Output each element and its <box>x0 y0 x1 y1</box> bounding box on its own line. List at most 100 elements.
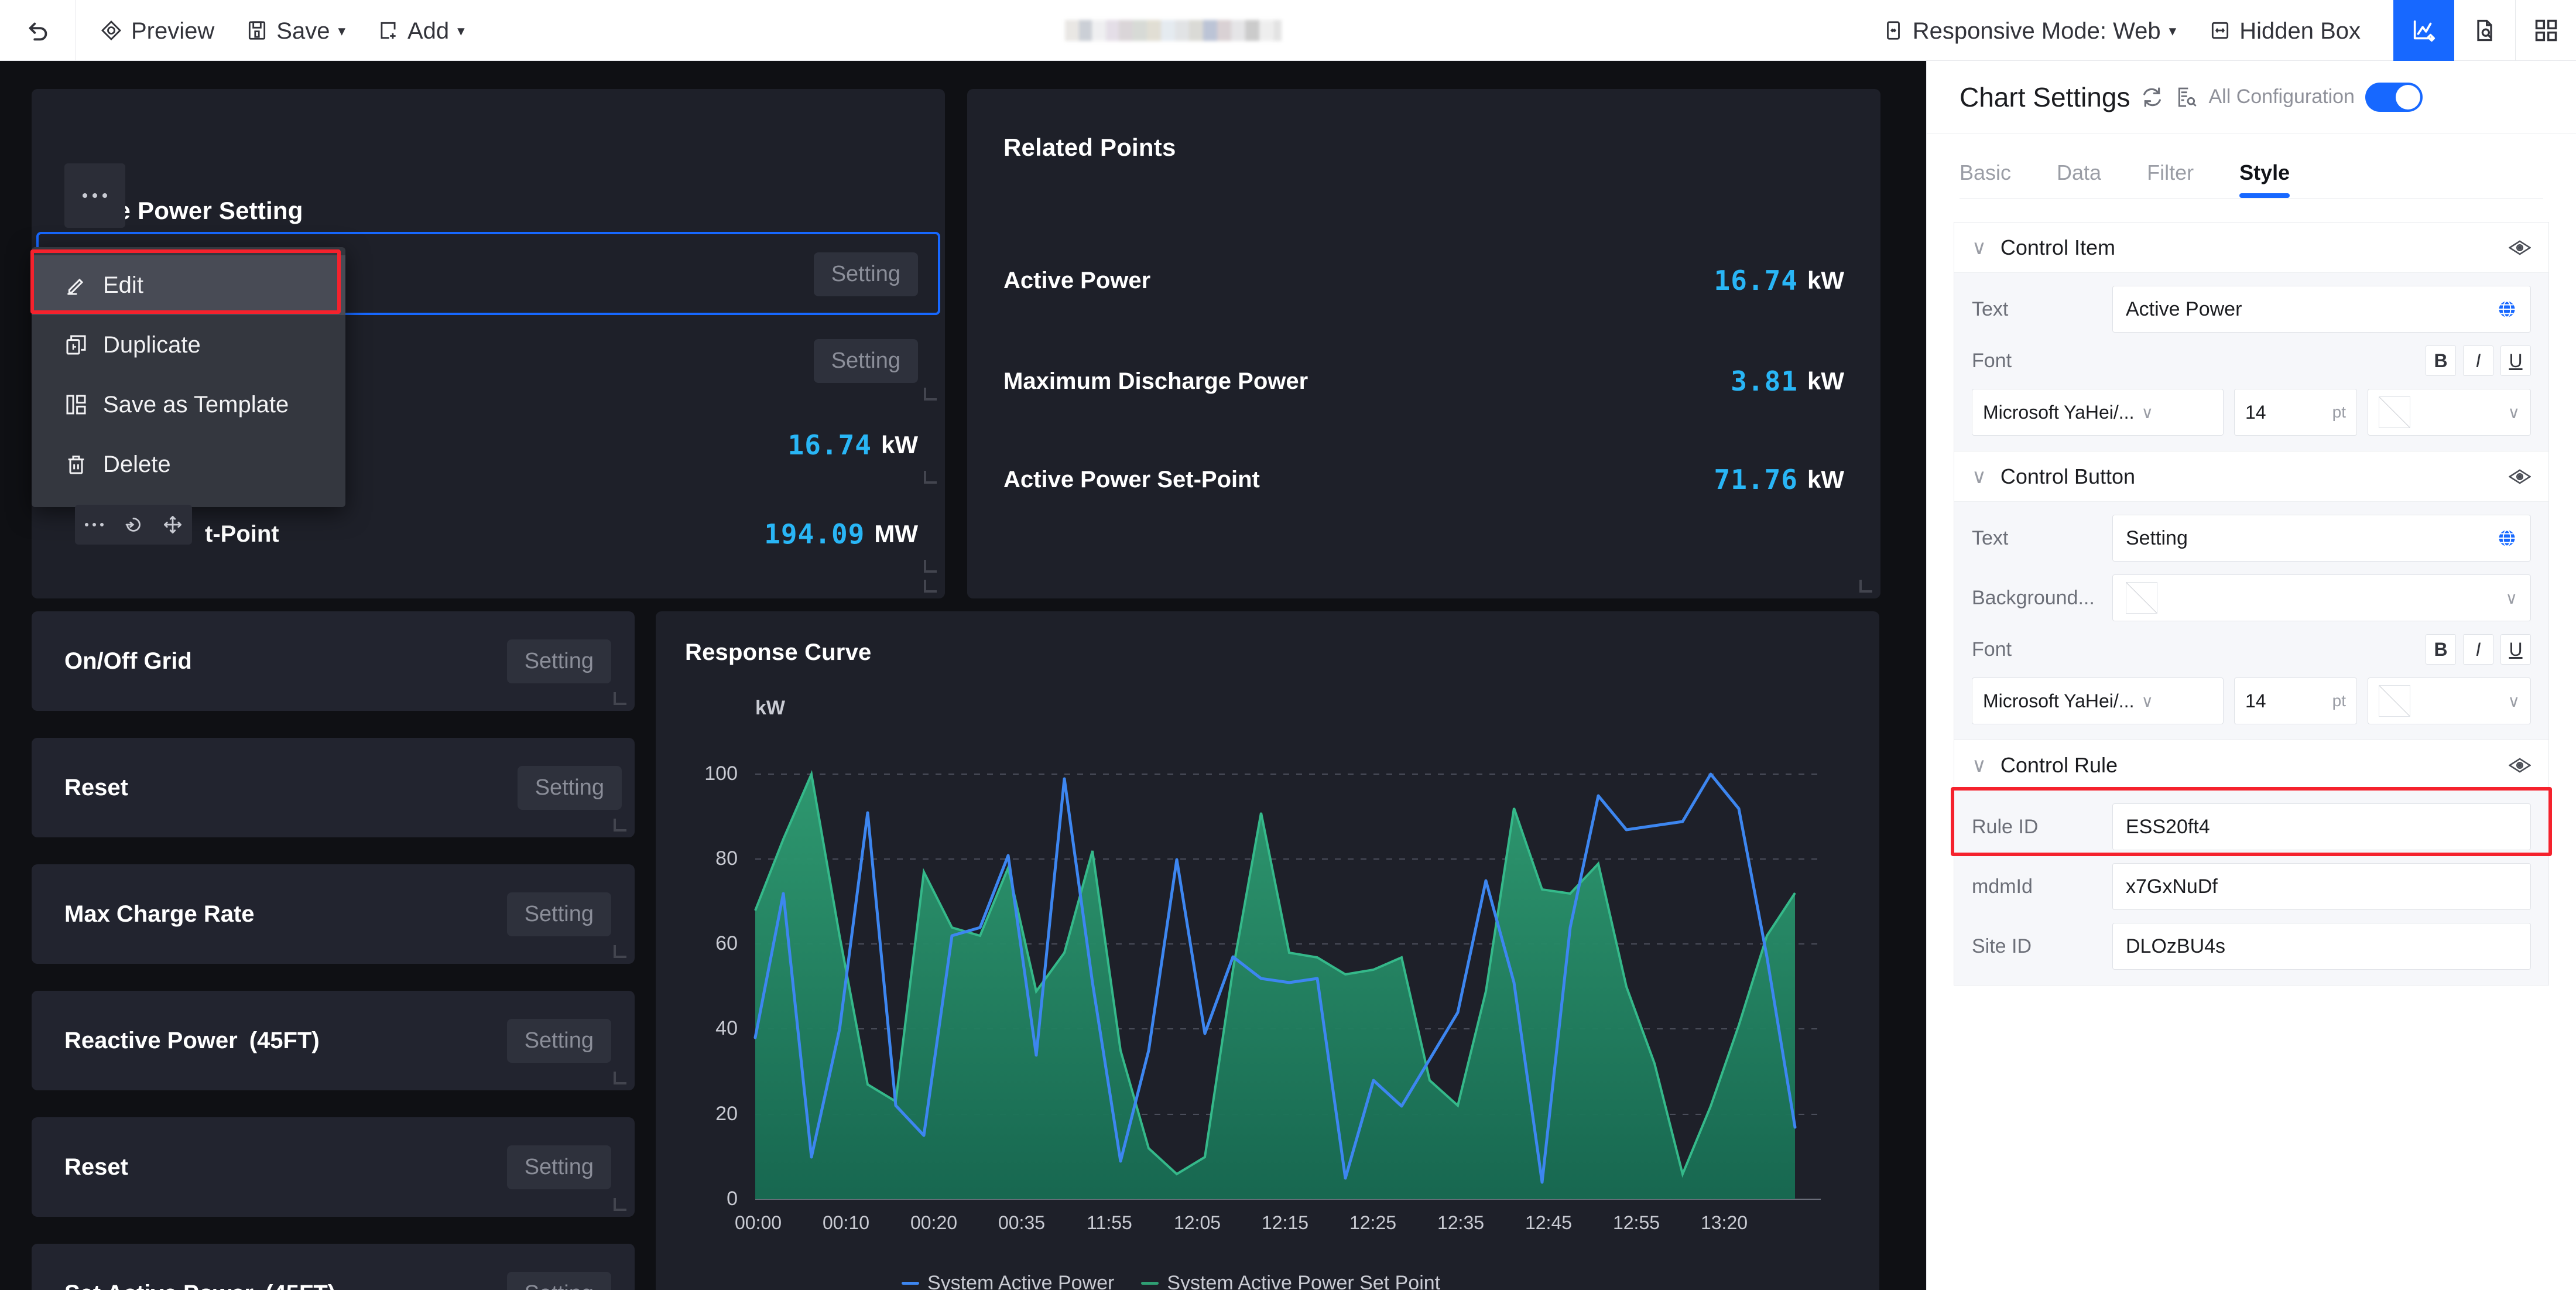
control-item-text-input[interactable]: Active Power <box>2112 286 2531 333</box>
chevron-down-icon[interactable]: ∨ <box>1972 465 1986 488</box>
context-menu-item-edit[interactable]: Edit <box>32 255 345 315</box>
resize-handle[interactable] <box>614 1198 626 1211</box>
section-header[interactable]: ∨ Control Button <box>1954 451 2548 502</box>
setting-button[interactable]: Setting <box>813 252 918 296</box>
context-menu-item-duplicate[interactable]: Duplicate <box>32 315 345 375</box>
tab-filter[interactable]: Filter <box>2147 160 2194 198</box>
preview-button[interactable]: Preview <box>100 19 214 43</box>
list-item[interactable]: On/Off Grid Setting <box>32 611 635 711</box>
chevron-down-icon[interactable]: ∨ <box>1972 754 1986 777</box>
resize-handle[interactable] <box>924 560 937 573</box>
tab-data[interactable]: Data <box>2057 160 2101 198</box>
legend-item[interactable]: System Active Power <box>902 1272 1114 1290</box>
responsive-mode-selector[interactable]: Responsive Mode: Web ▾ <box>1882 19 2176 43</box>
resize-handle[interactable] <box>614 945 626 958</box>
related-points-card[interactable]: Related Points Active Power 16.74 kW Max… <box>967 89 1880 598</box>
context-menu-item-delete[interactable]: Delete <box>32 434 345 494</box>
italic-button[interactable]: I <box>2463 634 2493 665</box>
page-title-redacted <box>1065 19 1282 41</box>
chart-series-set-point-area <box>755 774 1795 1199</box>
chevron-down-icon[interactable]: ∨ <box>1972 236 1986 259</box>
context-menu-label: Edit <box>103 272 143 298</box>
resize-handle[interactable] <box>614 819 626 832</box>
tab-basic[interactable]: Basic <box>1960 160 2011 198</box>
color-swatch <box>2379 396 2410 428</box>
mini-rotate-button[interactable] <box>123 514 144 535</box>
font-size-unit: pt <box>2332 403 2346 421</box>
font-size-input[interactable]: 14 pt <box>2234 677 2357 724</box>
setting-button[interactable]: Setting <box>506 892 611 936</box>
save-button[interactable]: Save ▾ <box>246 19 345 43</box>
resize-handle[interactable] <box>614 692 626 705</box>
font-color-select[interactable]: ∨ <box>2368 677 2531 724</box>
resize-handle[interactable] <box>614 1072 626 1084</box>
page-preview-icon <box>2477 19 2492 41</box>
page-preview-button[interactable] <box>2454 0 2515 61</box>
font-size-input[interactable]: 14 pt <box>2234 389 2357 436</box>
mini-more-button[interactable] <box>84 521 105 528</box>
add-button[interactable]: Add ▾ <box>377 19 465 43</box>
list-item[interactable]: Set Active Power (45FT) Setting <box>32 1244 635 1290</box>
components-grid-button[interactable] <box>2515 0 2576 61</box>
underline-button[interactable]: U <box>2500 345 2531 376</box>
response-curve-card[interactable]: Response Curve kW 100 80 60 40 20 0 00:0… <box>656 611 1879 1290</box>
rule-id-input[interactable]: ESS20ft4 <box>2112 803 2531 850</box>
chart-edit-button[interactable] <box>2393 0 2454 61</box>
font-family-value: Microsoft YaHei/... <box>1983 401 2135 423</box>
field-row-text: Text Active Power <box>1972 286 2531 333</box>
setting-button[interactable]: Setting <box>813 338 918 383</box>
legend-item[interactable]: System Active Power Set Point <box>1141 1272 1440 1290</box>
save-disk-icon <box>249 20 266 40</box>
hidden-box-button[interactable]: Hidden Box <box>2209 19 2361 43</box>
control-button-text-input[interactable]: Setting <box>2112 515 2531 562</box>
italic-button[interactable]: I <box>2463 345 2493 376</box>
bold-button[interactable]: B <box>2426 634 2456 665</box>
tab-style[interactable]: Style <box>2239 160 2290 198</box>
all-config-icon[interactable] <box>2174 85 2198 109</box>
field-row-font: Font B I U <box>1972 634 2531 665</box>
list-item[interactable]: Reset Setting <box>32 1117 635 1217</box>
font-family-select[interactable]: Microsoft YaHei/... ∨ <box>1972 677 2224 724</box>
card-menu-button[interactable] <box>64 163 125 228</box>
undo-button[interactable] <box>0 0 76 61</box>
resize-handle[interactable] <box>924 471 937 484</box>
font-family-select[interactable]: Microsoft YaHei/... ∨ <box>1972 389 2224 436</box>
eye-icon[interactable] <box>2509 239 2531 255</box>
chart-x-tick: 12:45 <box>1525 1212 1573 1233</box>
top-toolbar: Preview Save ▾ Add ▾ Responsive Mode: We… <box>0 0 2576 61</box>
list-item[interactable]: Reactive Power (45FT) Setting <box>32 991 635 1090</box>
card-resize-handle[interactable] <box>924 580 937 593</box>
setting-button[interactable]: Setting <box>517 765 622 810</box>
font-color-select[interactable]: ∨ <box>2368 389 2531 436</box>
globe-i18n-icon[interactable] <box>2496 528 2517 549</box>
list-item[interactable]: Reset Setting <box>32 738 635 837</box>
section-header[interactable]: ∨ Control Rule <box>1954 740 2548 791</box>
eye-icon[interactable] <box>2509 757 2531 773</box>
setting-button[interactable]: Setting <box>506 1018 611 1063</box>
context-menu-item-save-as-template[interactable]: Save as Template <box>32 375 345 434</box>
list-item[interactable]: Max Charge Rate Setting <box>32 864 635 964</box>
widget-mini-toolbar[interactable] <box>75 505 192 545</box>
section-header[interactable]: ∨ Control Item <box>1954 223 2548 273</box>
all-configuration-toggle[interactable] <box>2365 82 2423 112</box>
setting-button[interactable]: Setting <box>506 1145 611 1189</box>
setting-button[interactable]: Setting <box>506 639 611 683</box>
field-label: Background... <box>1972 586 2095 609</box>
resize-handle[interactable] <box>924 388 937 401</box>
bold-button[interactable]: B <box>2426 345 2456 376</box>
underline-button[interactable]: U <box>2500 634 2531 665</box>
card-context-menu[interactable]: Edit Duplicate Save as Template Delete <box>32 247 345 507</box>
background-color-select[interactable]: ∨ <box>2112 574 2531 621</box>
site-id-input[interactable]: DLOzBU4s <box>2112 923 2531 970</box>
refresh-icon[interactable] <box>2140 85 2164 109</box>
save-caret-icon: ▾ <box>338 23 345 39</box>
globe-i18n-icon[interactable] <box>2496 299 2517 320</box>
card-resize-handle[interactable] <box>1859 580 1872 593</box>
control-row-value: 194.09 <box>764 518 865 550</box>
mdmid-input[interactable]: x7GxNuDf <box>2112 863 2531 910</box>
eye-icon[interactable] <box>2509 468 2531 484</box>
mini-move-button[interactable] <box>162 514 183 535</box>
field-row-font-controls: Microsoft YaHei/... ∨ 14 pt ∨ <box>1972 389 2531 436</box>
chevron-down-icon: ∨ <box>2141 403 2153 422</box>
setting-button[interactable]: Setting <box>506 1271 611 1290</box>
